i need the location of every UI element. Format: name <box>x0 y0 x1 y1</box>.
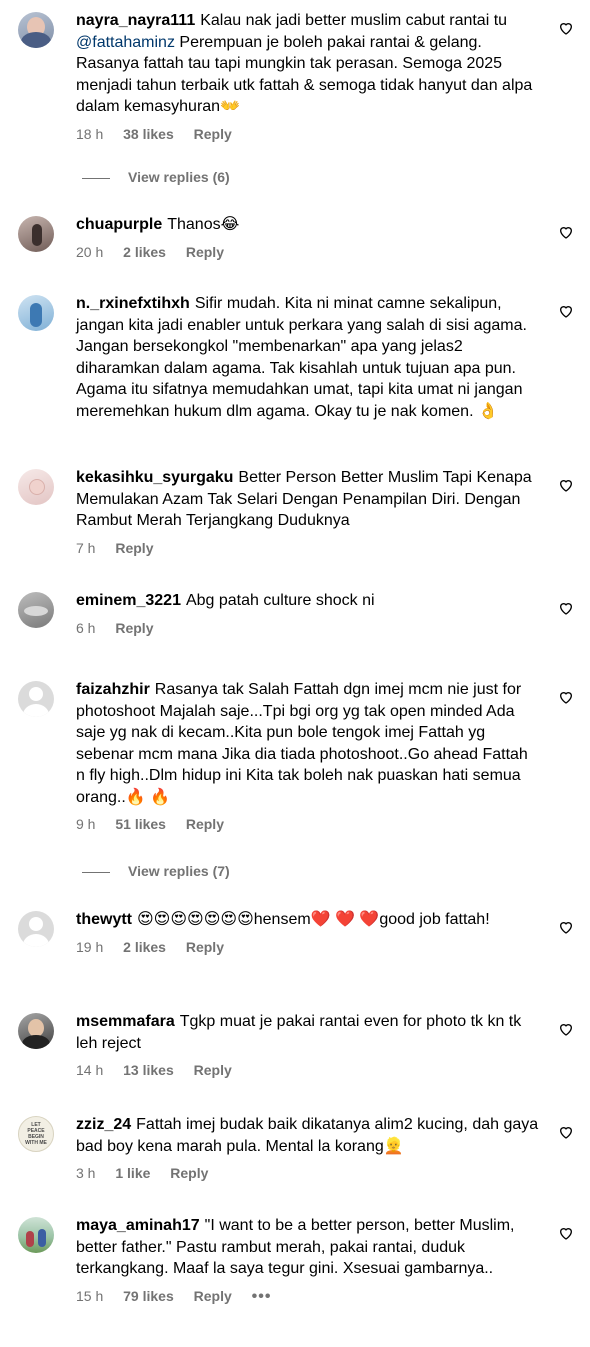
likes-count[interactable]: 1 like <box>115 1165 150 1181</box>
heart-outline-icon[interactable] <box>558 689 574 705</box>
default-avatar-icon[interactable] <box>18 681 54 717</box>
reply-button[interactable]: Reply <box>194 1288 232 1304</box>
heart-outline-icon[interactable] <box>558 600 574 616</box>
comment-time: 6 h <box>76 619 96 636</box>
comment-text: kekasihku_syurgaku Better Person Better M… <box>76 469 532 529</box>
comment-item: msemmafara Tgkp muat je pakai rantai even… <box>0 1011 590 1079</box>
comment-text: msemmafara Tgkp muat je pakai rantai even… <box>76 1013 522 1052</box>
likes-count[interactable]: 38 likes <box>123 126 174 142</box>
comment-item: faizahzhir Rasanya tak Salah Fattah dgn i… <box>0 679 590 833</box>
comment-username[interactable]: nayra_nayra111 <box>76 12 195 29</box>
heart-outline-icon[interactable] <box>558 303 574 319</box>
heart-outline-icon[interactable] <box>558 1225 574 1241</box>
comment-username[interactable]: faizahzhir <box>76 681 150 698</box>
comment-meta: 6 h Reply <box>76 620 540 637</box>
comment-item: eminem_3221 Abg patah culture shock ni 6 … <box>0 590 590 637</box>
avatar[interactable] <box>18 1217 54 1253</box>
heart-outline-icon[interactable] <box>558 224 574 240</box>
comment-username[interactable]: chuapurple <box>76 216 162 233</box>
comment-text: chuapurple Thanos😂 <box>76 216 240 233</box>
avatar-logo-text: LET PEACE BEGIN WITH ME <box>25 1122 47 1146</box>
comment-time: 7 h <box>76 539 96 556</box>
avatar[interactable]: LET PEACE BEGIN WITH ME <box>18 1116 54 1152</box>
comment-username[interactable]: zziz_24 <box>76 1116 131 1133</box>
likes-count[interactable]: 2 likes <box>123 939 166 955</box>
comment-username[interactable]: msemmafara <box>76 1013 175 1030</box>
likes-count[interactable]: 79 likes <box>123 1288 174 1304</box>
avatar[interactable] <box>18 12 54 48</box>
default-avatar-icon[interactable] <box>18 911 54 947</box>
heart-outline-icon[interactable] <box>558 1021 574 1037</box>
avatar[interactable] <box>18 469 54 505</box>
comment-meta: 19 h 2 likes Reply <box>76 939 540 956</box>
reply-button[interactable]: Reply <box>170 1165 208 1181</box>
comment-username[interactable]: eminem_3221 <box>76 592 181 609</box>
comment-text: n._rxinefxtihxh Sifir mudah. Kita ni mina… <box>76 295 527 420</box>
comment-item: n._rxinefxtihxh Sifir mudah. Kita ni mina… <box>0 293 590 422</box>
comment-meta: 7 h Reply <box>76 540 540 557</box>
likes-count[interactable]: 2 likes <box>123 244 166 260</box>
comment-text: maya_aminah17 "I want to be a better pers… <box>76 1217 515 1277</box>
comment-time: 20 h <box>76 243 104 260</box>
comment-time: 3 h <box>76 1165 96 1181</box>
comment-text: eminem_3221 Abg patah culture shock ni <box>76 592 375 609</box>
avatar[interactable] <box>18 295 54 331</box>
more-options-icon[interactable]: ••• <box>252 1288 272 1305</box>
likes-count[interactable]: 51 likes <box>115 816 166 832</box>
avatar[interactable] <box>18 592 54 628</box>
avatar[interactable] <box>18 1013 54 1049</box>
comment-username[interactable]: thewytt <box>76 911 132 928</box>
likes-count[interactable]: 13 likes <box>123 1062 174 1078</box>
replies-divider <box>82 871 110 873</box>
replies-divider <box>82 177 110 179</box>
mention-link[interactable]: @fattahaminz <box>76 34 175 51</box>
heart-outline-icon[interactable] <box>558 919 574 935</box>
comment-text: zziz_24 Fattah imej budak baik dikatanya … <box>76 1116 539 1155</box>
comment-time: 14 h <box>76 1062 104 1078</box>
reply-button[interactable]: Reply <box>115 620 153 636</box>
comment-text: thewytt 😍😍😍😍😍😍😍hensem❤️ ❤️ ❤️good job fat… <box>76 911 490 928</box>
comment-text: faizahzhir Rasanya tak Salah Fattah dgn i… <box>76 681 528 806</box>
comment-meta: 3 h 1 like Reply <box>76 1165 540 1182</box>
comment-time: 15 h <box>76 1287 104 1304</box>
reply-button[interactable]: Reply <box>186 816 224 832</box>
reply-button[interactable]: Reply <box>186 939 224 955</box>
comment-username[interactable]: n._rxinefxtihxh <box>76 295 190 312</box>
heart-outline-icon[interactable] <box>558 1124 574 1140</box>
comment-time: 18 h <box>76 125 104 142</box>
heart-outline-icon[interactable] <box>558 20 574 36</box>
comment-username[interactable]: maya_aminah17 <box>76 1217 200 1234</box>
avatar[interactable] <box>18 216 54 252</box>
reply-button[interactable]: Reply <box>186 244 224 260</box>
reply-button[interactable]: Reply <box>115 540 153 556</box>
reply-button[interactable]: Reply <box>194 126 232 142</box>
comment-meta: 14 h 13 likes Reply <box>76 1062 540 1079</box>
comment-time: 19 h <box>76 938 104 955</box>
comment-item: thewytt 😍😍😍😍😍😍😍hensem❤️ ❤️ ❤️good job fat… <box>0 909 590 956</box>
comment-item: LET PEACE BEGIN WITH ME zziz_24 Fattah im… <box>0 1114 590 1182</box>
comment-item: nayra_nayra111 Kalau nak jadi better musl… <box>0 10 590 143</box>
comment-meta: 18 h 38 likes Reply <box>76 126 540 143</box>
comment-item: chuapurple Thanos😂 20 h 2 likes Reply <box>0 214 590 261</box>
heart-outline-icon[interactable] <box>558 477 574 493</box>
comment-text: nayra_nayra111 Kalau nak jadi better musl… <box>76 12 533 115</box>
comment-meta: 15 h 79 likes Reply ••• <box>76 1288 540 1305</box>
comment-item: maya_aminah17 "I want to be a better pers… <box>0 1215 590 1305</box>
comment-time: 9 h <box>76 816 96 832</box>
reply-button[interactable]: Reply <box>194 1062 232 1078</box>
comment-meta: 9 h 51 likes Reply <box>76 816 540 833</box>
comment-username[interactable]: kekasihku_syurgaku <box>76 469 233 486</box>
view-replies-button[interactable]: View replies (7) <box>82 863 230 879</box>
view-replies-button[interactable]: View replies (6) <box>82 169 230 185</box>
comment-item: kekasihku_syurgaku Better Person Better M… <box>0 467 590 557</box>
comment-meta: 20 h 2 likes Reply <box>76 244 540 261</box>
